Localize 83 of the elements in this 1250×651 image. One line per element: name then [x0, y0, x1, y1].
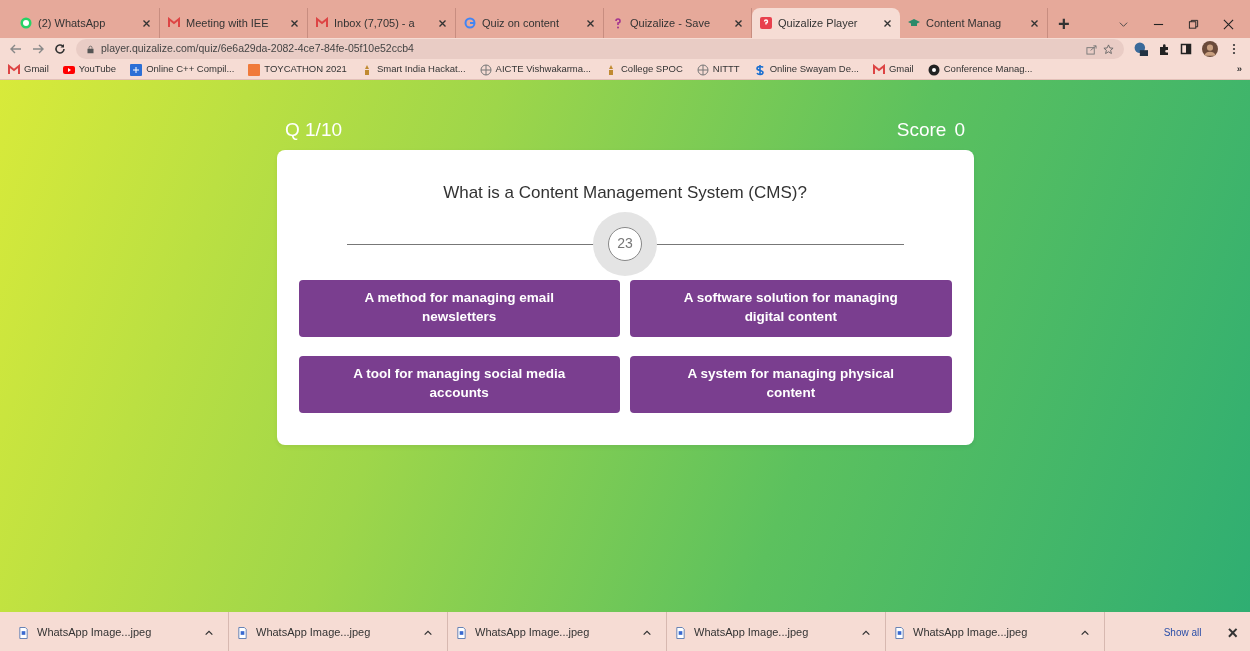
file-icon: [237, 626, 248, 639]
close-icon[interactable]: [290, 18, 299, 28]
graduation-cap-icon: [908, 17, 920, 29]
download-item[interactable]: WhatsApp Image...jpeg: [10, 612, 229, 651]
envelope-m-icon: [872, 63, 885, 76]
close-icon[interactable]: [1223, 19, 1234, 30]
avatar-icon[interactable]: [1202, 41, 1218, 57]
question-mark-icon: [612, 17, 624, 29]
lock-icon: [86, 44, 95, 54]
new-tab-button[interactable]: +: [1056, 14, 1072, 34]
bookmark-link[interactable]: NITTT: [712, 62, 740, 77]
chat-bubble-icon: [20, 17, 32, 29]
file-name: WhatsApp Image...jpeg: [694, 625, 810, 641]
tab-title: Quizalize Player: [778, 15, 859, 31]
extension-badge-icon[interactable]: [1134, 42, 1148, 56]
bookmark-link[interactable]: Conference Manag...: [943, 62, 1033, 77]
bookmark-link[interactable]: College SPOC: [621, 62, 683, 77]
envelope-m-icon: [316, 17, 328, 29]
forward-arrow-icon[interactable]: [32, 43, 44, 55]
answer-button[interactable]: A method for managing email newsletters: [298, 279, 620, 337]
file-icon: [894, 626, 905, 639]
bookmark-link[interactable]: YouTube: [78, 62, 117, 77]
globe-icon: [696, 63, 709, 76]
score-label: Score: [896, 118, 947, 142]
answer-button[interactable]: A software solution for managing digital content: [630, 279, 952, 337]
s-curve-icon: [753, 63, 766, 76]
more-bookmarks-button[interactable]: »: [1236, 62, 1242, 77]
tab-title: Content Manag: [926, 15, 1003, 31]
g-letter-icon: [464, 17, 476, 29]
close-icon[interactable]: [586, 18, 595, 28]
question-square-icon: [760, 17, 772, 29]
puzzle-icon[interactable]: [1158, 43, 1170, 55]
question-counter: Q 1/10: [285, 118, 343, 142]
file-name: WhatsApp Image...jpeg: [913, 625, 1029, 641]
restore-icon[interactable]: [1188, 19, 1199, 30]
tab-title: Meeting with IEE: [186, 15, 270, 31]
envelope-m-icon: [168, 17, 180, 29]
answer-button[interactable]: A tool for managing social media accounts: [298, 355, 620, 413]
bookmark-link[interactable]: Gmail: [24, 62, 49, 77]
question-text: What is a Content Management System (CMS)?: [442, 182, 808, 204]
download-item[interactable]: WhatsApp Image...jpeg: [667, 612, 886, 651]
tab-title: Quiz on content: [482, 15, 561, 31]
file-name: WhatsApp Image...jpeg: [256, 625, 372, 641]
tab-title: Quizalize - Save: [630, 15, 712, 31]
close-downloads-button[interactable]: ×: [1225, 623, 1240, 642]
url-text: player.quizalize.com/quiz/6e6a29da-2082-4ce7-84fe-05f10e52ccb4: [101, 41, 415, 57]
square-icon: [248, 63, 261, 76]
bookmark-link[interactable]: Online Swayam De...: [769, 62, 859, 77]
bookmark-link[interactable]: Online C++ Compil...: [146, 62, 235, 77]
close-icon[interactable]: [1030, 18, 1039, 28]
browser-tab[interactable]: Quizalize Player: [752, 8, 900, 38]
download-item[interactable]: WhatsApp Image...jpeg: [448, 612, 667, 651]
envelope-m-icon: [8, 63, 20, 76]
bookmark-link[interactable]: Gmail: [888, 62, 914, 77]
tab-title: (2) WhatsApp: [38, 15, 107, 31]
score-value: 0: [954, 118, 965, 142]
answer-button[interactable]: A system for managing physical content: [630, 355, 952, 413]
close-icon[interactable]: [438, 18, 447, 28]
file-icon: [675, 626, 686, 639]
file-name: WhatsApp Image...jpeg: [475, 625, 591, 641]
tab-title: Inbox (7,705) - a: [334, 15, 416, 31]
file-icon: [18, 626, 29, 639]
reload-icon[interactable]: [54, 43, 66, 55]
square-icon: [130, 63, 143, 76]
bookmark-link[interactable]: AICTE Vishwakarma...: [495, 62, 591, 77]
side-panel-icon[interactable]: [1180, 43, 1192, 55]
chevron-down-icon[interactable]: [1118, 19, 1129, 30]
close-icon[interactable]: [142, 18, 151, 28]
bookmark-link[interactable]: Smart India Hackat...: [376, 62, 466, 77]
close-icon[interactable]: [883, 18, 892, 28]
close-icon[interactable]: [734, 18, 743, 28]
show-all-button[interactable]: Show all: [1155, 621, 1210, 644]
file-icon: [456, 626, 467, 639]
bookmark-link[interactable]: TOYCATHON 2021: [264, 62, 347, 77]
file-name: WhatsApp Image...jpeg: [37, 625, 153, 641]
globe-icon: [479, 63, 492, 76]
circle-icon: [927, 63, 940, 76]
play-icon: [62, 63, 75, 76]
address-bar[interactable]: player.quizalize.com/quiz/6e6a29da-2082-4ce7-84fe-05f10e52ccb4: [76, 39, 1124, 59]
star-icon[interactable]: [1103, 43, 1114, 55]
back-arrow-icon[interactable]: [10, 43, 22, 55]
download-item[interactable]: WhatsApp Image...jpeg: [886, 612, 1105, 651]
download-item[interactable]: WhatsApp Image...jpeg: [229, 612, 448, 651]
